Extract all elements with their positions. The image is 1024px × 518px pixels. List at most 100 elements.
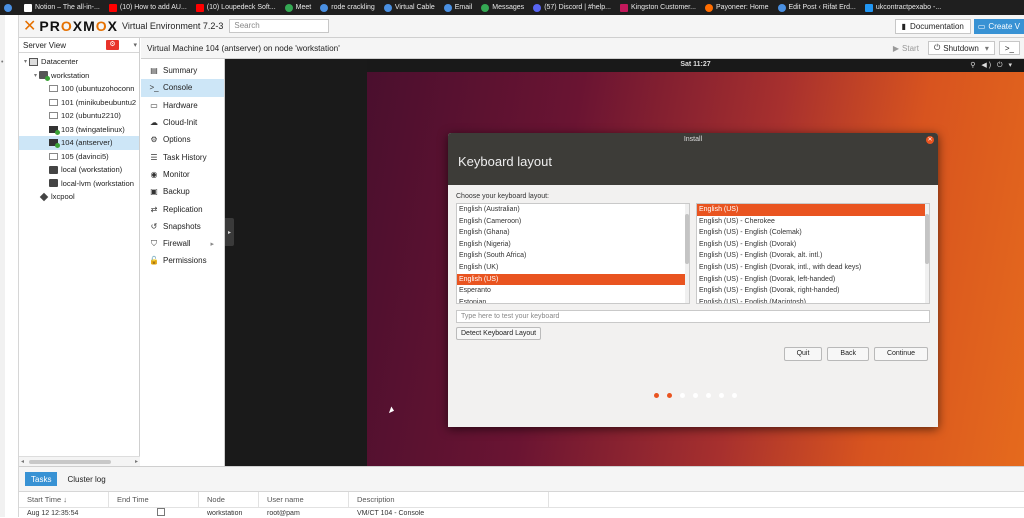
tree-item-101[interactable]: 101 (minikubeubuntu2 xyxy=(19,96,139,110)
bookmark-item[interactable]: Meet xyxy=(284,3,311,12)
nav-item-snapshots[interactable]: ↺ Snapshots xyxy=(141,218,224,235)
scroll-left-icon[interactable]: ◂ xyxy=(21,458,24,465)
bookmark-item[interactable]: Kingston Customer... xyxy=(619,3,696,12)
list-item[interactable]: English (US) - Cherokee xyxy=(697,216,929,228)
tree-item-lxcpool[interactable]: lxcpool xyxy=(19,190,139,204)
expand-toggle-icon[interactable]: ▾ xyxy=(22,58,29,65)
bookmark-item[interactable]: ukcontractpexabo -... xyxy=(864,3,941,12)
tree-item-local[interactable]: local (workstation) xyxy=(19,163,139,177)
bookmark-item[interactable]: rode crackling xyxy=(320,3,375,12)
nav-item-cloud-init[interactable]: ☁ Cloud-Init xyxy=(141,114,224,131)
column-header[interactable]: Node xyxy=(199,491,259,508)
shutdown-button[interactable]: ⏻ Shutdown ▾ xyxy=(927,41,995,55)
list-item[interactable]: English (US) - English (Dvorak) xyxy=(697,239,929,251)
nav-item-options[interactable]: ⚙ Options xyxy=(141,131,224,148)
list-item[interactable]: English (US) xyxy=(697,204,929,216)
layout-list[interactable]: English (Australian) English (Cameroon) En… xyxy=(456,203,690,304)
expand-toggle-icon[interactable]: ▾ xyxy=(32,72,39,79)
list-scrollbar[interactable] xyxy=(685,204,689,303)
search-input[interactable]: Search xyxy=(229,19,330,33)
scroll-thumb[interactable] xyxy=(685,214,689,264)
bookmark-item[interactable]: (10) How to add AU... xyxy=(108,3,187,12)
back-button[interactable]: Back xyxy=(827,347,869,361)
tab-cluster-log[interactable]: Cluster log xyxy=(61,472,111,486)
documentation-button[interactable]: ▮ Documentation xyxy=(894,18,971,34)
list-item[interactable]: English (Nigeria) xyxy=(457,239,689,251)
tab-tasks[interactable]: Tasks xyxy=(25,472,58,486)
create-vm-button[interactable]: ▭ Create V xyxy=(973,18,1024,34)
bookmark-favicon-icon xyxy=(4,3,12,12)
proxmox-logo[interactable]: ✕ PR O XM O X xyxy=(23,16,118,36)
server-view-select[interactable]: Server View ⚙ ▾ xyxy=(19,38,139,53)
list-item[interactable]: English (US) xyxy=(457,273,689,286)
tree-item-102[interactable]: 102 (ubuntu2210) xyxy=(19,109,139,123)
console-button[interactable]: >_ xyxy=(998,41,1020,55)
vm-console[interactable]: Sat 11:27 ⚲ ◀) ⏻ ▾ Install ✕ Keyboard la… xyxy=(225,59,1024,466)
tree-item-103[interactable]: 103 (twingatelinux) xyxy=(19,123,139,137)
nav-item-backup[interactable]: ▣ Backup xyxy=(141,183,224,200)
list-scrollbar[interactable] xyxy=(925,204,929,303)
bookmark-item[interactable]: Email xyxy=(443,3,472,12)
close-icon[interactable]: ✕ xyxy=(926,136,934,144)
list-item[interactable]: Esperanto xyxy=(457,285,689,297)
list-item[interactable]: English (US) - English (Macintosh) xyxy=(697,297,929,303)
nav-item-firewall[interactable]: ⛉ Firewall ▸ xyxy=(141,235,224,252)
bookmark-item[interactable]: Virtual Cable xyxy=(383,3,435,12)
bookmark-item[interactable]: (57) Discord | #help... xyxy=(533,3,611,12)
nav-item-task-history[interactable]: ☰ Task History xyxy=(141,148,224,165)
checkbox[interactable] xyxy=(157,508,165,516)
bookmark-item[interactable]: Notion – The all-in-... xyxy=(24,3,100,12)
list-item[interactable]: English (Ghana) xyxy=(457,227,689,239)
tree-item-104[interactable]: 104 (antserver) xyxy=(19,136,139,150)
nav-item-monitor[interactable]: ◉ Monitor xyxy=(141,166,224,183)
list-item[interactable]: English (South Africa) xyxy=(457,250,689,262)
list-item[interactable]: English (US) - English (Dvorak, alt. int… xyxy=(697,250,929,262)
tree-item-label: 100 (ubuntuzohoconn xyxy=(61,84,135,94)
bookmark-item[interactable]: Payoneer: Home xyxy=(704,3,769,12)
list-item[interactable]: English (Cameroon) xyxy=(457,216,689,228)
scroll-right-icon[interactable]: ▸ xyxy=(135,458,138,465)
variant-list[interactable]: English (US) English (US) - Cherokee Engli… xyxy=(696,203,930,304)
list-item[interactable]: English (US) - English (Dvorak, intl., w… xyxy=(697,262,929,274)
bookmark-item[interactable]: (10) Loupedeck Soft... xyxy=(195,3,276,12)
list-item[interactable]: English (Australian) xyxy=(457,204,689,216)
column-header[interactable]: End Time xyxy=(109,491,199,508)
nav-item-summary[interactable]: ▤ Summary xyxy=(141,62,224,79)
nav-item-hardware[interactable]: ▭ Hardware xyxy=(141,97,224,114)
tree-item-100[interactable]: 100 (ubuntuzohoconn xyxy=(19,82,139,96)
bookmark-item[interactable] xyxy=(4,3,15,12)
tree-horizontal-scrollbar[interactable]: ◂ ▸ xyxy=(19,456,140,466)
nav-item-permissions[interactable]: 🔓 Permissions xyxy=(141,252,224,269)
column-header[interactable]: User name xyxy=(259,491,349,508)
column-header[interactable]: Description xyxy=(349,491,549,508)
list-item[interactable]: Estonian xyxy=(457,297,689,303)
vm-icon xyxy=(49,152,58,160)
collapse-panel-icon[interactable]: ▸ xyxy=(225,218,234,246)
nav-item-replication[interactable]: ⇄ Replication xyxy=(141,200,224,217)
system-tray-icon[interactable]: ⚲ ◀) ⏻ ▾ xyxy=(970,61,1014,70)
bookmark-item[interactable]: Messages xyxy=(481,3,524,12)
installer-window-title: Install xyxy=(683,136,703,143)
keyboard-test-input[interactable]: Type here to test your keyboard xyxy=(456,310,930,323)
list-item[interactable]: English (US) - English (Dvorak, left-han… xyxy=(697,274,929,286)
start-button[interactable]: ▶ Start xyxy=(888,41,924,55)
continue-button[interactable]: Continue xyxy=(873,347,928,361)
list-item[interactable]: English (US) - English (Colemak) xyxy=(697,227,929,239)
scroll-thumb[interactable] xyxy=(29,460,111,464)
tree-item-workstation[interactable]: ▾ workstation xyxy=(19,69,139,83)
tree-item-datacenter[interactable]: ▾ Datacenter xyxy=(19,55,139,69)
tree-item-local-lvm[interactable]: local-lvm (workstation xyxy=(19,177,139,191)
gear-icon[interactable]: ⚙ xyxy=(106,40,119,50)
quit-button[interactable]: Quit xyxy=(783,347,823,361)
bookmark-item[interactable]: Edit Post ‹ Rifat Erd... xyxy=(777,3,856,12)
scroll-thumb[interactable] xyxy=(925,214,929,264)
list-item[interactable]: English (UK) xyxy=(457,262,689,274)
tree-item-105[interactable]: 105 (davinci5) xyxy=(19,150,139,164)
nav-item-console[interactable]: >_ Console xyxy=(141,79,224,97)
clock[interactable]: Sat 11:27 xyxy=(367,61,1024,68)
column-header[interactable]: Start Time ↓ xyxy=(19,491,109,508)
list-item[interactable]: English (US) - English (Dvorak, right-ha… xyxy=(697,285,929,297)
ubuntu-desktop[interactable]: Sat 11:27 ⚲ ◀) ⏻ ▾ Install ✕ Keyboard la… xyxy=(367,59,1024,466)
detect-layout-button[interactable]: Detect Keyboard Layout xyxy=(456,327,542,340)
start-label: Start xyxy=(902,43,919,53)
